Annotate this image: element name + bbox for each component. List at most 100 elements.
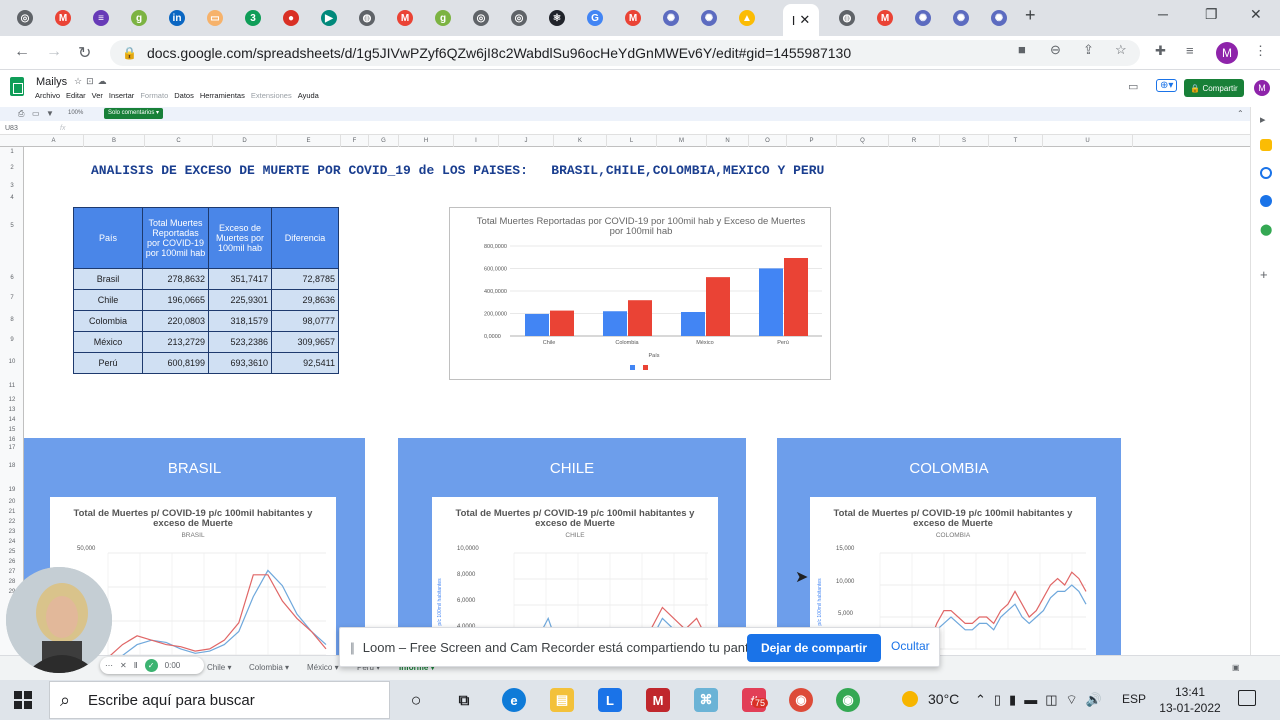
bar-chart[interactable]: Total Muertes Reportadas por COVID-19 po…: [449, 207, 831, 380]
new-tab-button[interactable]: +: [1025, 5, 1036, 26]
browser-tab[interactable]: M: [616, 4, 650, 32]
table-cell[interactable]: Chile: [73, 289, 143, 311]
browser-menu-icon[interactable]: ⋮: [1254, 43, 1267, 59]
doc-title[interactable]: Mailys: [36, 76, 67, 88]
row-header[interactable]: 1: [0, 149, 24, 155]
sheet-tab-mexico[interactable]: México ▾: [307, 663, 339, 672]
row-header[interactable]: 16: [0, 437, 24, 443]
row-header[interactable]: 18: [0, 463, 24, 469]
explore-icon[interactable]: ▣: [1232, 663, 1240, 672]
table-cell[interactable]: 309,9657: [271, 331, 339, 353]
column-header[interactable]: R: [889, 135, 940, 147]
browser-tab[interactable]: ✺: [654, 4, 688, 32]
row-header[interactable]: 9: [0, 337, 24, 343]
windows-start-icon[interactable]: [14, 691, 32, 709]
browser-tab[interactable]: ⚛: [540, 4, 574, 32]
column-header[interactable]: N: [707, 135, 749, 147]
row-header[interactable]: 22: [0, 519, 24, 525]
present-icon[interactable]: ⊕▾: [1156, 79, 1178, 92]
column-header[interactable]: H: [399, 135, 454, 147]
column-header[interactable]: C: [145, 135, 213, 147]
row-header[interactable]: 5: [0, 223, 24, 229]
header-diferencia[interactable]: Diferencia: [271, 207, 339, 269]
weather-widget[interactable]: 30°C: [902, 691, 959, 707]
maps-icon[interactable]: ⬤: [1260, 223, 1272, 236]
column-header[interactable]: F: [341, 135, 369, 147]
l-app-icon[interactable]: L: [598, 688, 622, 712]
row-header[interactable]: 2: [0, 165, 24, 171]
browser-tab[interactable]: M: [868, 4, 902, 32]
table-cell[interactable]: 600,8199: [142, 352, 209, 374]
print-icon[interactable]: ⎙: [18, 109, 24, 119]
browser-tab[interactable]: ▶: [312, 4, 346, 32]
media-icon[interactable]: ≡: [1186, 43, 1194, 58]
table-cell[interactable]: 351,7417: [208, 268, 272, 290]
keep-icon[interactable]: [1260, 139, 1272, 151]
more-icon[interactable]: ⋯: [105, 661, 113, 670]
menu-formato[interactable]: Formato: [140, 91, 168, 100]
sheet-tab-chile[interactable]: Chile ▾: [207, 663, 231, 672]
table-cell[interactable]: 29,8636: [271, 289, 339, 311]
menu-herramientas[interactable]: Herramientas: [200, 91, 245, 100]
menu-ver[interactable]: Ver: [92, 91, 103, 100]
column-header[interactable]: P: [787, 135, 837, 147]
menu-archivo[interactable]: Archivo: [35, 91, 60, 100]
user-avatar[interactable]: M: [1254, 80, 1270, 96]
table-cell[interactable]: Colombia: [73, 310, 143, 332]
row-header[interactable]: 13: [0, 407, 24, 413]
column-header[interactable]: L: [607, 135, 657, 147]
row-header[interactable]: 12: [0, 397, 24, 403]
sheet-tab-colombia[interactable]: Colombia ▾: [249, 663, 289, 672]
browser-tab[interactable]: 3: [236, 4, 270, 32]
browser-tab[interactable]: ≡: [84, 4, 118, 32]
table-cell[interactable]: 220,0803: [142, 310, 209, 332]
row-header[interactable]: 27: [0, 569, 24, 575]
column-header[interactable]: B: [84, 135, 145, 147]
side-arrow-icon[interactable]: ▸: [1260, 113, 1272, 126]
browser-tab[interactable]: ✺: [692, 4, 726, 32]
check-icon[interactable]: ✓: [144, 659, 158, 672]
restore-button[interactable]: ❐: [1205, 6, 1218, 23]
row-header[interactable]: 20: [0, 499, 24, 505]
table-cell[interactable]: México: [73, 331, 143, 353]
column-header[interactable]: A: [24, 135, 84, 147]
clock[interactable]: 13:41 13-01-2022: [1158, 684, 1222, 716]
menu-insertar[interactable]: Insertar: [109, 91, 134, 100]
chrome-profile-icon[interactable]: ◉: [836, 688, 860, 712]
browser-tab[interactable]: g: [426, 4, 460, 32]
forward-icon[interactable]: →: [46, 43, 62, 61]
reload-icon[interactable]: ↻: [78, 43, 91, 63]
browser-tab[interactable]: G: [578, 4, 612, 32]
table-cell[interactable]: Perú: [73, 352, 143, 374]
table-cell[interactable]: 213,2729: [142, 331, 209, 353]
close-window-button[interactable]: ✕: [1250, 6, 1262, 23]
browser-tab[interactable]: ▭: [198, 4, 232, 32]
table-cell[interactable]: Brasil: [73, 268, 143, 290]
chrome-icon[interactable]: ◉: [789, 688, 813, 712]
file-explorer-icon[interactable]: ▤: [550, 688, 574, 712]
table-cell[interactable]: 98,0777: [271, 310, 339, 332]
row-header[interactable]: 19: [0, 487, 24, 493]
menu-datos[interactable]: Datos: [174, 91, 194, 100]
doc-star-move-cloud-icons[interactable]: ☆⊡☁: [74, 76, 111, 87]
system-tray-icons[interactable]: ⌃▯▮▬◫⌔🔊: [975, 692, 1110, 708]
row-header[interactable]: 14: [0, 417, 24, 423]
back-icon[interactable]: ←: [14, 43, 30, 61]
table-cell[interactable]: 92,5411: [271, 352, 339, 374]
table-cell[interactable]: 318,1579: [208, 310, 272, 332]
notification-center-icon[interactable]: [1238, 690, 1256, 706]
browser-tab[interactable]: ●: [274, 4, 308, 32]
row-header[interactable]: 21: [0, 509, 24, 515]
browser-tab[interactable]: ▲: [730, 4, 764, 32]
table-cell[interactable]: 72,8785: [271, 268, 339, 290]
column-header[interactable]: G: [369, 135, 399, 147]
row-header[interactable]: 10: [0, 359, 24, 365]
column-header[interactable]: J: [499, 135, 554, 147]
row-header[interactable]: 8: [0, 317, 24, 323]
add-addon-icon[interactable]: +: [1260, 267, 1272, 282]
browser-tab[interactable]: M: [388, 4, 422, 32]
filter-icon[interactable]: ▼: [46, 109, 54, 118]
address-bar[interactable]: 🔒 docs.google.com/spreadsheets/d/1g5JIVw…: [110, 40, 1140, 66]
browser-tab[interactable]: ✺: [906, 4, 940, 32]
profile-avatar[interactable]: M: [1216, 42, 1238, 64]
